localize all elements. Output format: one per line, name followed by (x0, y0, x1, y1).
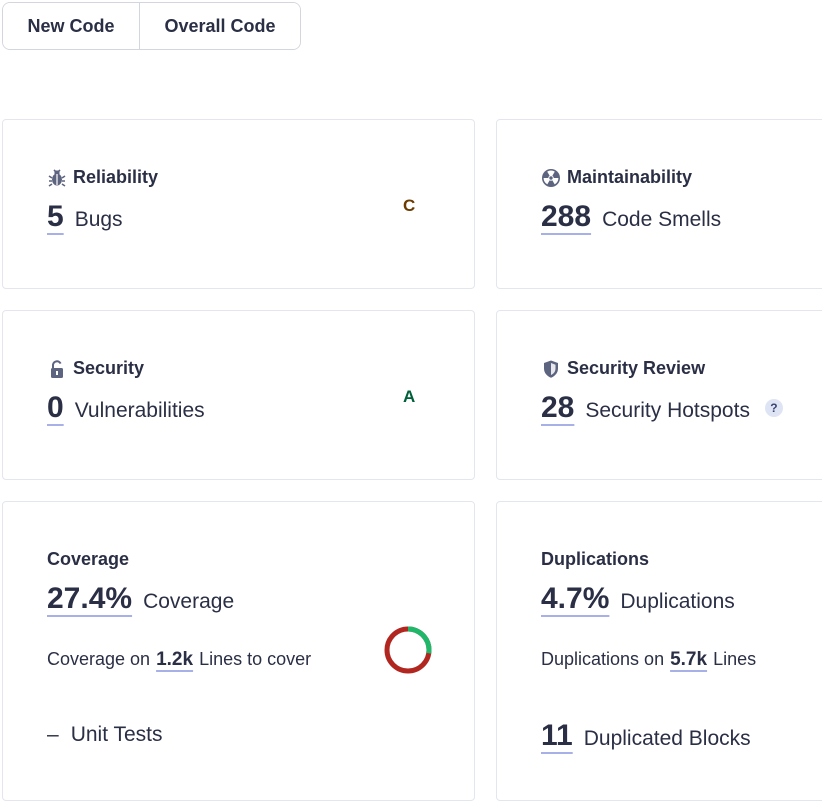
security-review-card: Security Review 28 Security Hotspots ? (496, 310, 822, 480)
security-review-title-label: Security Review (567, 358, 706, 378)
coverage-lines-info: Coverage on 1.2k Lines to cover (47, 649, 311, 671)
coverage-title: Coverage (47, 549, 130, 569)
maintainability-title-label: Maintainability (567, 167, 693, 187)
maintainability-card: Maintainability 288 Code Smells (496, 119, 822, 289)
reliability-metric: 5 Bugs (47, 202, 123, 232)
unit-tests-dash: – (47, 723, 59, 746)
radiation-icon (541, 168, 561, 188)
coverage-card: Coverage 27.4% Coverage Coverage on 1.2k… (2, 501, 475, 801)
code-smells-count-link[interactable]: 288 (541, 202, 591, 232)
bug-icon (47, 168, 67, 188)
duplications-metric: 4.7% Duplications (541, 584, 735, 614)
duplicated-blocks-label: Duplicated Blocks (583, 727, 751, 750)
vulnerabilities-count-link[interactable]: 0 (47, 393, 64, 423)
reliability-rating: C (403, 196, 416, 215)
help-icon[interactable]: ? (764, 399, 783, 417)
coverage-lines-prefix: Coverage on (47, 649, 151, 669)
coverage-label: Coverage (143, 590, 235, 613)
security-title: Security (47, 358, 144, 379)
security-review-metric: 28 Security Hotspots ? (541, 393, 783, 423)
lock-icon (47, 359, 67, 379)
duplications-label: Duplications (620, 590, 735, 613)
unit-tests-label: Unit Tests (70, 723, 163, 746)
code-smells-label: Code Smells (602, 208, 722, 231)
coverage-percent-link[interactable]: 27.4% (47, 584, 132, 614)
tab-new-code[interactable]: New Code (3, 3, 140, 49)
tab-overall-code[interactable]: Overall Code (140, 3, 300, 49)
unit-tests-row: – Unit Tests (47, 723, 163, 747)
bugs-label: Bugs (74, 208, 123, 231)
security-metric: 0 Vulnerabilities (47, 393, 205, 423)
coverage-donut-chart (384, 626, 432, 674)
coverage-metric: 27.4% Coverage (47, 584, 234, 614)
duplications-percent-link[interactable]: 4.7% (541, 584, 609, 614)
duplicated-blocks-count-link[interactable]: 11 (541, 721, 573, 751)
coverage-lines-suffix: Lines to cover (199, 649, 312, 669)
security-hotspots-count-link[interactable]: 28 (541, 393, 574, 423)
duplications-lines-info: Duplications on 5.7k Lines (541, 649, 756, 671)
reliability-title: Reliability (47, 167, 158, 188)
duplications-title: Duplications (541, 549, 650, 569)
security-review-title: Security Review (541, 358, 705, 379)
lines-to-cover-link[interactable]: 1.2k (156, 649, 193, 671)
duplications-lines-suffix: Lines (713, 649, 757, 669)
maintainability-title: Maintainability (541, 167, 692, 188)
bugs-count-link[interactable]: 5 (47, 202, 64, 232)
security-hotspots-label: Security Hotspots (585, 399, 750, 422)
reliability-title-label: Reliability (73, 167, 159, 187)
shield-icon (541, 359, 561, 379)
duplicated-lines-link[interactable]: 5.7k (670, 649, 707, 671)
code-period-toggle: New Code Overall Code (2, 2, 301, 50)
reliability-card: Reliability 5 Bugs C (2, 119, 475, 289)
security-rating: A (403, 387, 416, 406)
security-title-label: Security (73, 358, 145, 378)
vulnerabilities-label: Vulnerabilities (74, 399, 205, 422)
duplications-lines-prefix: Duplications on (541, 649, 665, 669)
duplications-card: Duplications 4.7% Duplications Duplicati… (496, 501, 822, 801)
maintainability-metric: 288 Code Smells (541, 202, 721, 232)
security-card: Security 0 Vulnerabilities A (2, 310, 475, 480)
duplicated-blocks-metric: 11 Duplicated Blocks (541, 721, 751, 751)
